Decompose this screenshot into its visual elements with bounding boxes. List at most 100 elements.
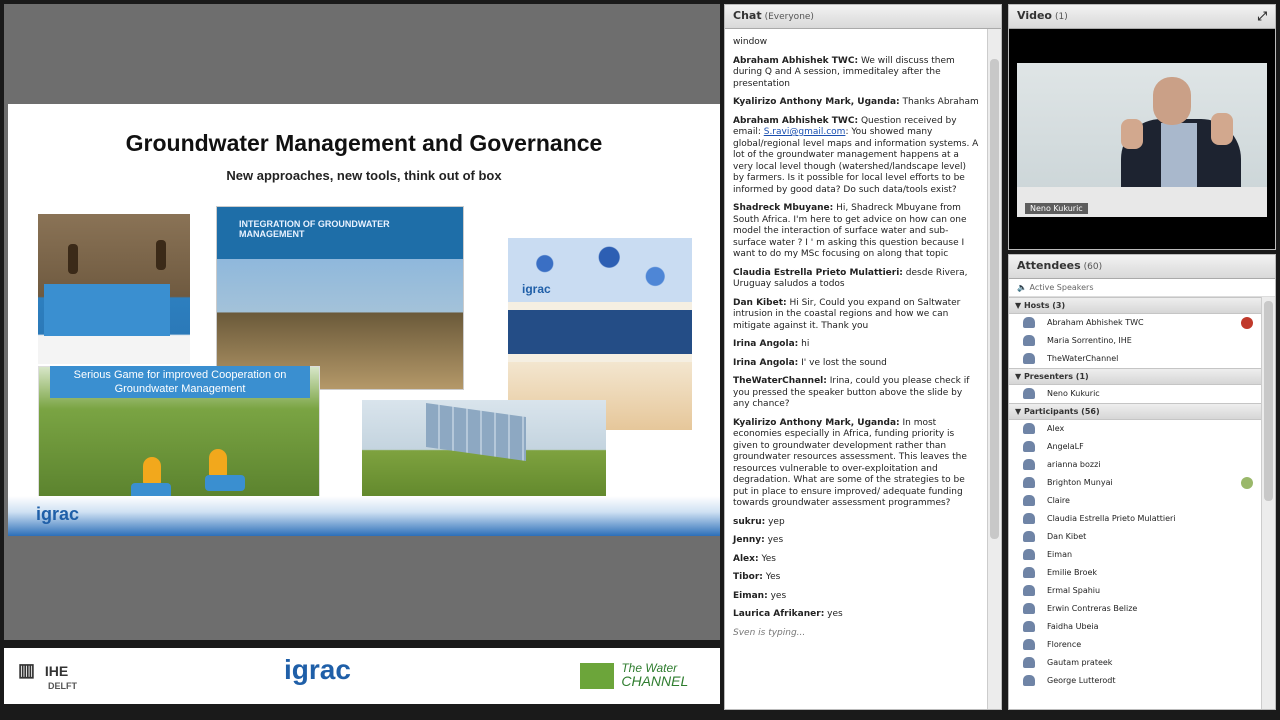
attendee-name: George Lutterodt — [1047, 676, 1116, 685]
attendee-row[interactable]: Claire — [1009, 492, 1263, 510]
chat-scroll-thumb[interactable] — [990, 59, 999, 539]
attendee-row[interactable]: TheWaterChannel — [1009, 350, 1263, 368]
chat-author: Dan Kibet: — [733, 297, 787, 308]
video-panel: Video (1) ⤢ Neno Kukuric — [1008, 4, 1276, 250]
expand-icon[interactable]: ⤢ — [1257, 9, 1267, 24]
attendee-name: Emilie Broek — [1047, 568, 1098, 577]
user-icon — [1023, 639, 1035, 650]
water-channel-logo: The Water CHANNEL — [580, 662, 688, 689]
chat-text: : You showed many global/regional level … — [733, 127, 979, 195]
collapse-icon[interactable]: ▼ — [1015, 372, 1024, 381]
presenter-video[interactable]: Neno Kukuric — [1017, 63, 1267, 217]
user-icon — [1023, 585, 1035, 596]
chat-author: Abraham Abhishek TWC: — [733, 55, 859, 66]
book3-logo: igrac — [522, 282, 551, 296]
attendee-row[interactable]: Florence — [1009, 636, 1263, 654]
attendee-row[interactable]: Maria Sorrentino, IHE — [1009, 332, 1263, 350]
user-icon — [1023, 549, 1035, 560]
attendee-row[interactable]: Abraham Abhishek TWC — [1009, 314, 1263, 332]
chat-message: Dan Kibet: Hi Sir, Could you expand on S… — [733, 298, 979, 333]
collapse-icon[interactable]: ▼ — [1015, 407, 1024, 416]
chat-author: Irina Angola: — [733, 339, 799, 349]
attendees-header: Attendees (60) — [1009, 255, 1275, 279]
user-icon — [1023, 441, 1035, 452]
attendee-row[interactable]: Neno Kukuric — [1009, 385, 1263, 403]
attendee-row[interactable]: Brighton Munyai — [1009, 474, 1263, 492]
video-count: (1) — [1054, 12, 1068, 22]
attendees-panel: Attendees (60) 🔈 Active Speakers ▼ Hosts … — [1008, 254, 1276, 710]
user-icon — [1023, 335, 1035, 346]
user-icon — [1023, 353, 1035, 364]
user-icon — [1023, 317, 1035, 328]
attendee-row[interactable]: arianna bozzi — [1009, 456, 1263, 474]
chat-text: Thanks Abraham — [902, 97, 979, 107]
video-title: Video — [1017, 9, 1052, 22]
attendee-group-header[interactable]: ▼ Hosts (3) — [1009, 297, 1263, 314]
chat-link[interactable]: S.ravi@gmail.com — [764, 127, 846, 137]
user-icon — [1023, 603, 1035, 614]
attendee-row[interactable]: Alex — [1009, 420, 1263, 438]
attendee-name: Neno Kukuric — [1047, 389, 1100, 398]
user-icon — [1023, 657, 1035, 668]
status-icon — [1241, 317, 1253, 329]
chat-message: sukru: yep — [733, 517, 979, 529]
attendee-row[interactable]: Faidha Ubeia — [1009, 618, 1263, 636]
chat-header: Chat (Everyone) — [725, 5, 1001, 29]
chat-author: Abraham Abhishek TWC: — [733, 115, 859, 126]
user-icon — [1023, 495, 1035, 506]
slide-footer-logo: igrac — [36, 504, 80, 524]
chat-text: yes — [827, 609, 843, 619]
user-icon — [1023, 459, 1035, 470]
chat-author: Kyalirizo Anthony Mark, Uganda: — [733, 417, 900, 428]
ihe-sub-text: DELFT — [48, 681, 77, 691]
game-caption: Serious Game for improved Cooperation on… — [50, 366, 310, 398]
attendees-scrollbar[interactable] — [1261, 297, 1275, 709]
attendee-row[interactable]: Emilie Broek — [1009, 564, 1263, 582]
attendee-name: AngelaLF — [1047, 442, 1084, 451]
attendee-row[interactable]: Dan Kibet — [1009, 528, 1263, 546]
book-title: INTEGRATION OF GROUNDWATER MANAGEMENT — [239, 219, 390, 239]
attendee-group-label: Presenters (1) — [1023, 372, 1089, 381]
chat-text: Yes — [761, 553, 776, 564]
solar-panel-image — [362, 400, 606, 510]
user-icon — [1023, 621, 1035, 632]
attendee-row[interactable]: Gautam prateek — [1009, 654, 1263, 672]
chat-message: Irina Angola: I' ve lost the sound — [733, 358, 979, 370]
chat-text: In most economies especially in Africa, … — [733, 417, 967, 509]
chat-author: Laurica Afrikaner: — [733, 609, 825, 619]
chat-message: Shadreck Mbuyane: Hi, Shadreck Mbuyane f… — [733, 203, 979, 261]
chat-text: yes — [770, 590, 787, 601]
chat-message: Eiman: yes — [733, 591, 979, 603]
attendee-row[interactable]: George Lutterodt — [1009, 672, 1263, 690]
slide-footer — [8, 496, 720, 536]
collapse-icon[interactable]: ▼ — [1015, 301, 1024, 310]
status-icon — [1241, 477, 1253, 489]
attendee-name: Eiman — [1047, 550, 1073, 559]
attendee-name: Brighton Munyai — [1047, 478, 1113, 487]
attendee-row[interactable]: Eiman — [1009, 546, 1263, 564]
attendees-scroll-thumb[interactable] — [1264, 301, 1273, 501]
chat-author: Jenny: — [733, 535, 765, 545]
chat-scope[interactable]: (Everyone) — [765, 12, 814, 22]
attendee-name: arianna bozzi — [1047, 460, 1101, 469]
attendee-row[interactable]: Ermal Spahiu — [1009, 582, 1263, 600]
attendee-group-header[interactable]: ▼ Presenters (1) — [1009, 368, 1263, 385]
chat-text: Yes — [765, 572, 781, 582]
water-channel-text-2: CHANNEL — [621, 673, 689, 689]
chat-author: Tibor: — [733, 572, 763, 582]
chat-message: window — [733, 37, 979, 49]
attendee-name: Alex — [1047, 424, 1065, 433]
chat-author: sukru: — [733, 516, 766, 527]
attendee-name: Dan Kibet — [1047, 532, 1087, 541]
chat-message: TheWaterChannel: Irina, could you please… — [733, 376, 979, 411]
typing-indicator: Sven is typing... — [733, 627, 806, 638]
chat-author: Kyalirizo Anthony Mark, Uganda: — [733, 97, 900, 107]
attendee-row[interactable]: AngelaLF — [1009, 438, 1263, 456]
chat-scrollbar[interactable] — [987, 29, 1001, 709]
chat-text: I' ve lost the sound — [801, 357, 887, 368]
attendee-row[interactable]: Erwin Contreras Belize — [1009, 600, 1263, 618]
attendee-row[interactable]: Claudia Estrella Prieto Mulattieri — [1009, 510, 1263, 528]
chat-title: Chat — [733, 9, 762, 22]
attendee-group-header[interactable]: ▼ Participants (56) — [1009, 403, 1263, 420]
chat-message: Irina Angola: hi — [733, 339, 979, 351]
